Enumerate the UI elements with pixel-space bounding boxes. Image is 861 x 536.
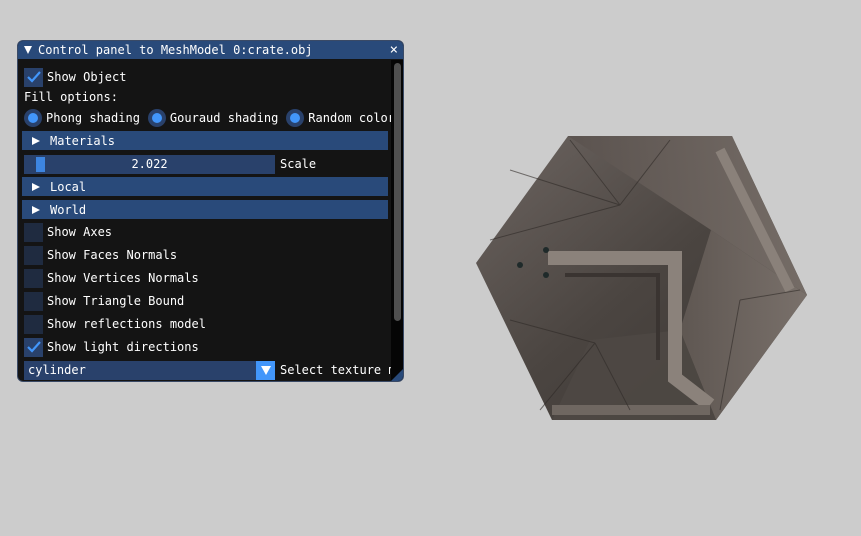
radio-selected-dot <box>290 113 301 123</box>
expand-triangle-icon <box>32 205 40 214</box>
show-faces-normals-checkbox[interactable] <box>24 245 43 265</box>
radio-label: Phong shading <box>46 111 140 125</box>
toggle-label: Show reflections model <box>47 317 206 331</box>
scale-row: 2.022 Scale <box>24 154 316 174</box>
scrollbar-thumb[interactable] <box>394 63 401 321</box>
toggle-label: Show light directions <box>47 340 199 354</box>
vertical-scrollbar[interactable] <box>391 60 403 381</box>
scale-slider[interactable]: 2.022 <box>24 154 275 174</box>
show-triangle-bound-row[interactable]: Show Triangle Bound <box>24 291 184 311</box>
checkmark-icon <box>26 71 41 83</box>
show-vertices-normals-row[interactable]: Show Vertices Normals <box>24 268 199 288</box>
radio-phong-shading[interactable]: Phong shading <box>24 109 140 127</box>
radio-button[interactable] <box>286 109 305 127</box>
crate-nail <box>517 262 523 268</box>
world-header[interactable]: World <box>22 200 388 219</box>
texture-combo-value: cylinder <box>28 363 86 377</box>
show-object-checkbox[interactable] <box>24 67 43 87</box>
crate-nail <box>543 272 549 278</box>
show-triangle-bound-checkbox[interactable] <box>24 291 43 311</box>
radio-random-color[interactable]: Random color <box>286 109 395 127</box>
texture-combo-label: Select texture m <box>280 363 396 377</box>
scale-value: 2.022 <box>131 157 168 171</box>
chevron-down-icon <box>260 365 271 375</box>
scale-label: Scale <box>280 157 317 171</box>
local-header[interactable]: Local <box>22 177 388 196</box>
collapse-triangle-icon[interactable] <box>24 46 32 54</box>
close-icon[interactable]: × <box>390 41 398 59</box>
crate-model-render <box>476 136 807 420</box>
materials-header-label: Materials <box>50 133 116 148</box>
window-titlebar[interactable]: Control panel to MeshModel 0:crate.obj × <box>18 41 403 59</box>
show-object-row[interactable]: Show Object <box>24 67 126 87</box>
local-header-label: Local <box>50 179 87 194</box>
crate-nail <box>543 247 549 253</box>
show-light-directions-checkbox[interactable] <box>24 337 43 357</box>
radio-button[interactable] <box>147 109 166 127</box>
toggle-label: Show Vertices Normals <box>47 271 199 285</box>
show-vertices-normals-checkbox[interactable] <box>24 268 43 288</box>
radio-label: Random color <box>308 111 395 125</box>
toggle-label: Show Triangle Bound <box>47 294 185 308</box>
radio-button[interactable] <box>24 109 42 127</box>
radio-selected-dot <box>28 113 38 123</box>
combo-dropdown-button[interactable] <box>256 360 275 380</box>
toggle-label: Show Faces Normals <box>47 248 178 262</box>
show-reflections-model-row[interactable]: Show reflections model <box>24 314 206 334</box>
world-header-label: World <box>50 202 87 217</box>
fill-options-row: Fill options: <box>24 88 118 106</box>
show-light-directions-row[interactable]: Show light directions <box>24 337 199 357</box>
show-axes-checkbox[interactable] <box>24 222 43 242</box>
resize-grip-icon[interactable] <box>391 369 403 381</box>
expand-triangle-icon <box>32 182 40 191</box>
show-faces-normals-row[interactable]: Show Faces Normals <box>24 245 177 265</box>
expand-triangle-icon <box>32 136 40 145</box>
slider-grab-handle[interactable] <box>36 156 45 172</box>
show-axes-row[interactable]: Show Axes <box>24 222 112 242</box>
materials-header[interactable]: Materials <box>22 131 388 150</box>
show-object-label: Show Object <box>47 70 127 84</box>
shading-radio-group: Phong shading Gouraud shading Random col… <box>24 108 403 128</box>
checkmark-icon <box>26 341 41 353</box>
toggle-label: Show Axes <box>47 225 113 239</box>
control-panel-window: Control panel to MeshModel 0:crate.obj ×… <box>17 40 404 382</box>
texture-combo[interactable]: cylinder <box>24 360 275 380</box>
radio-label: Gouraud shading <box>169 111 279 125</box>
show-reflections-model-checkbox[interactable] <box>24 314 43 334</box>
radio-gouraud-shading[interactable]: Gouraud shading <box>147 109 279 127</box>
radio-selected-dot <box>151 113 162 123</box>
fill-options-label: Fill options: <box>24 90 118 104</box>
window-title: Control panel to MeshModel 0:crate.obj <box>38 43 313 57</box>
texture-combo-row: cylinder Select texture m <box>24 360 396 380</box>
